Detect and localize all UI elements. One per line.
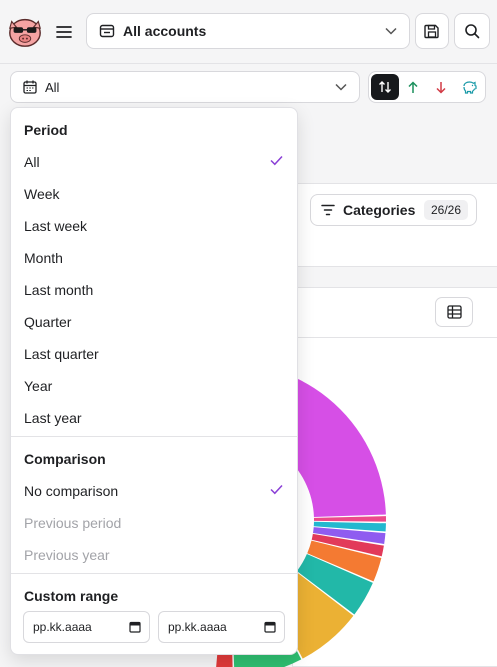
period-option-week[interactable]: Week bbox=[24, 186, 60, 202]
calendar-icon bbox=[264, 621, 276, 633]
comparison-option-none[interactable]: No comparison bbox=[24, 483, 118, 499]
custom-range-section-title: Custom range bbox=[24, 588, 119, 604]
check-icon bbox=[270, 484, 283, 495]
period-dropdown: Period All Week Last week Month Last mon… bbox=[10, 107, 298, 655]
date-to-placeholder: pp.kk.aaaa bbox=[168, 620, 227, 634]
period-option-last-quarter[interactable]: Last quarter bbox=[24, 346, 99, 362]
period-option-month[interactable]: Month bbox=[24, 250, 63, 266]
period-option-quarter[interactable]: Quarter bbox=[24, 314, 71, 330]
period-option-last-year[interactable]: Last year bbox=[24, 410, 82, 426]
comparison-section-title: Comparison bbox=[24, 451, 106, 467]
comparison-option-previous-period[interactable]: Previous period bbox=[24, 515, 121, 531]
date-from-placeholder: pp.kk.aaaa bbox=[33, 620, 92, 634]
calendar-icon bbox=[129, 621, 141, 633]
period-option-all[interactable]: All bbox=[24, 154, 40, 170]
donut-segment[interactable] bbox=[313, 516, 386, 522]
period-option-year[interactable]: Year bbox=[24, 378, 52, 394]
check-icon bbox=[270, 155, 283, 166]
divider bbox=[11, 573, 297, 574]
period-option-last-week[interactable]: Last week bbox=[24, 218, 87, 234]
period-option-last-month[interactable]: Last month bbox=[24, 282, 93, 298]
period-section-title: Period bbox=[24, 122, 68, 138]
date-from-input[interactable]: pp.kk.aaaa bbox=[23, 611, 150, 643]
divider bbox=[11, 436, 297, 437]
date-to-input[interactable]: pp.kk.aaaa bbox=[158, 611, 285, 643]
comparison-option-previous-year[interactable]: Previous year bbox=[24, 547, 110, 563]
